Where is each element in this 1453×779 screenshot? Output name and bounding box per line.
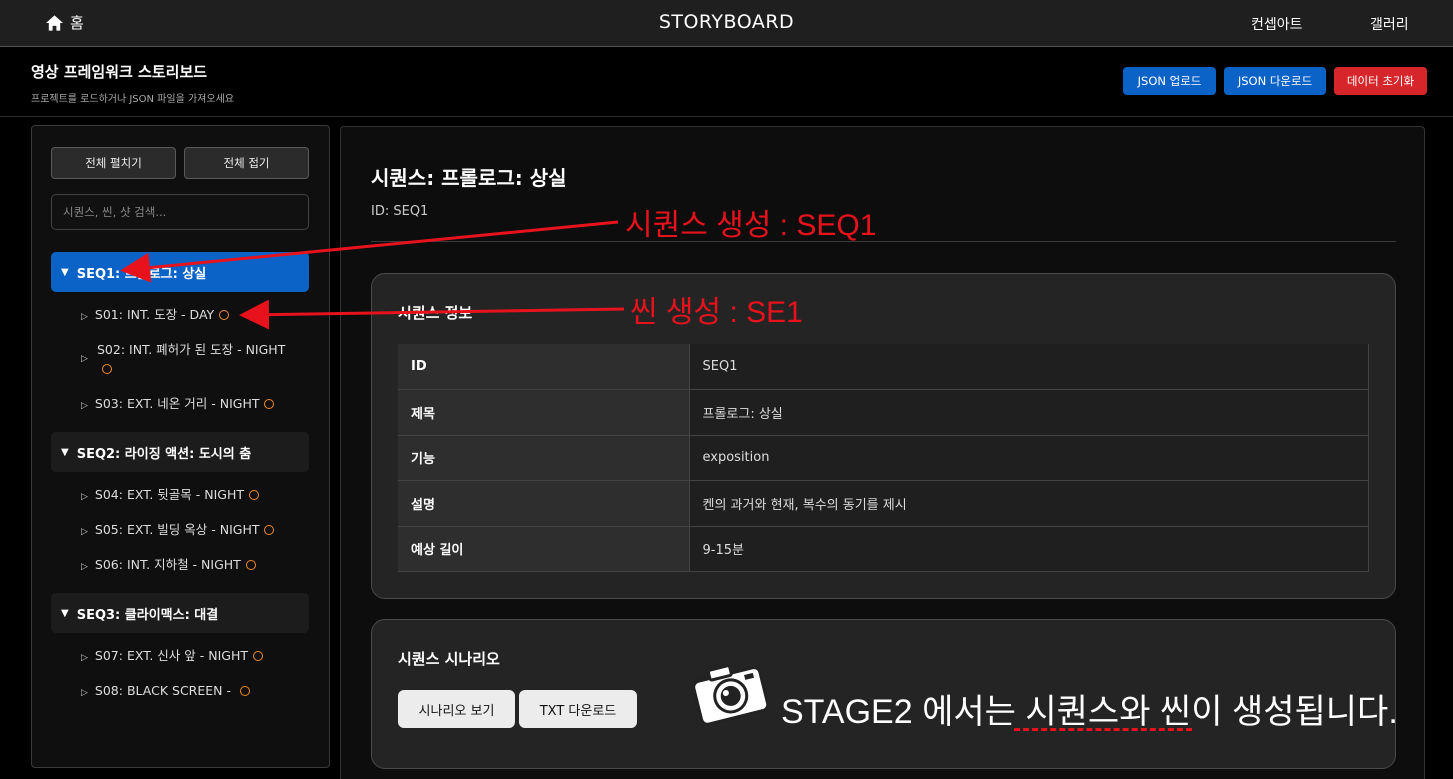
nav-concept-art[interactable]: 컨셉아트 bbox=[1251, 14, 1303, 34]
status-ring-icon bbox=[245, 559, 256, 570]
row-key: 예상 길이 bbox=[398, 526, 690, 572]
status-ring-icon bbox=[239, 685, 250, 696]
scene-label: S04: EXT. 뒷골목 - NIGHT bbox=[94, 487, 245, 502]
scene-item-s02[interactable]: ▷ S02: INT. 폐허가 된 도장 - NIGHT bbox=[81, 340, 296, 378]
status-ring-icon bbox=[249, 489, 260, 500]
card-title: 시퀀스 시나리오 bbox=[398, 650, 500, 668]
sequence-sidebar: 전체 펼치기 전체 접기 ▼ SEQ1: 프롤로그: 상실 ▷ S01: INT.… bbox=[31, 125, 330, 768]
status-ring-icon bbox=[252, 650, 263, 661]
row-key: 설명 bbox=[398, 480, 690, 527]
scene-item-s05[interactable]: ▷ S05: EXT. 빌딩 옥상 - NIGHT bbox=[81, 520, 301, 542]
sequence-info-table: ID SEQ1 제목 프롤로그: 상실 기능 exposition 설명 켄의 과거와 … bbox=[398, 344, 1369, 572]
sequence-label: SEQ1: 프롤로그: 상실 bbox=[76, 266, 207, 282]
scene-label: S06: INT. 지하철 - NIGHT bbox=[94, 557, 241, 572]
caret-down-icon: ▼ bbox=[61, 607, 69, 619]
seq-annotation: 시퀀스 생성 : SEQ1 bbox=[625, 209, 877, 242]
caret-down-icon: ▼ bbox=[61, 446, 69, 458]
scene-item-s06[interactable]: ▷ S06: INT. 지하철 - NIGHT bbox=[81, 555, 301, 577]
reset-data-button[interactable]: 데이터 초기화 bbox=[1334, 67, 1427, 95]
play-outline-icon: ▷ bbox=[81, 401, 88, 411]
collapse-all-button[interactable]: 전체 접기 bbox=[184, 147, 309, 179]
caret-down-icon: ▼ bbox=[61, 266, 69, 278]
sequence-item-seq2[interactable]: ▼ SEQ2: 라이징 액션: 도시의 춤 bbox=[51, 432, 309, 472]
scene-item-s03[interactable]: ▷ S03: EXT. 네온 거리 - NIGHT bbox=[81, 394, 301, 416]
play-outline-icon: ▷ bbox=[81, 653, 88, 663]
row-key: 기능 bbox=[398, 435, 690, 481]
scene-label: S08: BLACK SCREEN - bbox=[94, 683, 231, 698]
home-label: 홈 bbox=[70, 14, 84, 32]
page-title: 영상 프레임워크 스토리보드 bbox=[31, 63, 208, 81]
sequence-id: ID: SEQ1 bbox=[371, 204, 429, 219]
row-value: exposition bbox=[689, 435, 1369, 481]
txt-download-button[interactable]: TXT 다운로드 bbox=[519, 690, 637, 728]
row-value: 프롤로그: 상실 bbox=[689, 389, 1369, 436]
play-outline-icon: ▷ bbox=[81, 312, 88, 322]
table-row: 기능 exposition bbox=[398, 435, 1369, 481]
sequence-item-seq1[interactable]: ▼ SEQ1: 프롤로그: 상실 bbox=[51, 252, 309, 292]
sequence-title: 시퀀스: 프롤로그: 상실 bbox=[371, 166, 567, 190]
view-scenario-button[interactable]: 시나리오 보기 bbox=[398, 690, 515, 728]
json-download-button[interactable]: JSON 다운로드 bbox=[1224, 67, 1326, 95]
play-outline-icon: ▷ bbox=[81, 354, 88, 364]
expand-all-button[interactable]: 전체 펼치기 bbox=[51, 147, 176, 179]
play-outline-icon: ▷ bbox=[81, 688, 88, 698]
scene-label: S02: INT. 폐허가 된 도장 - NIGHT bbox=[97, 342, 286, 357]
sequence-item-seq3[interactable]: ▼ SEQ3: 클라이맥스: 대결 bbox=[51, 593, 309, 633]
home-icon bbox=[45, 14, 64, 31]
play-outline-icon: ▷ bbox=[81, 562, 88, 572]
header-divider bbox=[0, 116, 1453, 117]
main-panel: 시퀀스: 프롤로그: 상실 ID: SEQ1 시퀀스 정보 ID SEQ1 제목 프… bbox=[340, 126, 1425, 779]
json-upload-button[interactable]: JSON 업로드 bbox=[1123, 67, 1216, 95]
title-divider bbox=[371, 241, 1396, 242]
table-row: 설명 켄의 과거와 현재, 복수의 동기를 제시 bbox=[398, 480, 1369, 527]
scene-annotation: 씬 생성 : SE1 bbox=[630, 296, 803, 329]
status-ring-icon bbox=[264, 398, 275, 409]
row-value: SEQ1 bbox=[689, 344, 1369, 390]
row-value: 켄의 과거와 현재, 복수의 동기를 제시 bbox=[689, 480, 1369, 527]
row-key: 제목 bbox=[398, 389, 690, 436]
sequence-label: SEQ2: 라이징 액션: 도시의 춤 bbox=[76, 446, 252, 462]
nav-gallery[interactable]: 갤러리 bbox=[1370, 14, 1409, 34]
table-row: 제목 프롤로그: 상실 bbox=[398, 389, 1369, 436]
table-row: ID SEQ1 bbox=[398, 344, 1369, 390]
scene-item-s07[interactable]: ▷ S07: EXT. 신사 앞 - NIGHT bbox=[81, 646, 301, 668]
dashed-underline bbox=[1014, 728, 1192, 731]
brand-title: STORYBOARD bbox=[658, 11, 795, 33]
play-outline-icon: ▷ bbox=[81, 492, 88, 502]
row-value: 9-15분 bbox=[689, 526, 1369, 572]
status-ring-icon bbox=[219, 309, 230, 320]
status-ring-icon bbox=[102, 363, 112, 374]
search-input[interactable] bbox=[51, 194, 309, 230]
sequence-info-card: 시퀀스 정보 ID SEQ1 제목 프롤로그: 상실 기능 exposition 설명… bbox=[371, 273, 1396, 599]
scene-item-s01[interactable]: ▷ S01: INT. 도장 - DAY bbox=[81, 305, 301, 327]
card-title: 시퀀스 정보 bbox=[398, 304, 473, 322]
scene-item-s08[interactable]: ▷ S08: BLACK SCREEN - bbox=[81, 681, 301, 703]
status-ring-icon bbox=[264, 524, 275, 535]
scene-label: S07: EXT. 신사 앞 - NIGHT bbox=[94, 648, 248, 663]
top-navbar: 홈 STORYBOARD 컨셉아트 갤러리 bbox=[0, 0, 1453, 47]
row-key: ID bbox=[398, 344, 690, 390]
stage-note: STAGE2 에서는 시퀀스와 씬이 생성됩니다. bbox=[781, 693, 1398, 731]
scene-label: S03: EXT. 네온 거리 - NIGHT bbox=[94, 396, 260, 411]
play-outline-icon: ▷ bbox=[81, 527, 88, 537]
scene-label: S05: EXT. 빌딩 옥상 - NIGHT bbox=[94, 522, 260, 537]
scene-label: S01: INT. 도장 - DAY bbox=[94, 307, 215, 322]
sequence-label: SEQ3: 클라이맥스: 대결 bbox=[76, 607, 219, 623]
table-row: 예상 길이 9-15분 bbox=[398, 526, 1369, 572]
home-link[interactable]: 홈 bbox=[45, 12, 84, 33]
page-subtitle: 프로젝트를 로드하거나 JSON 파일을 가져오세요 bbox=[31, 94, 234, 105]
scene-item-s04[interactable]: ▷ S04: EXT. 뒷골목 - NIGHT bbox=[81, 485, 301, 507]
